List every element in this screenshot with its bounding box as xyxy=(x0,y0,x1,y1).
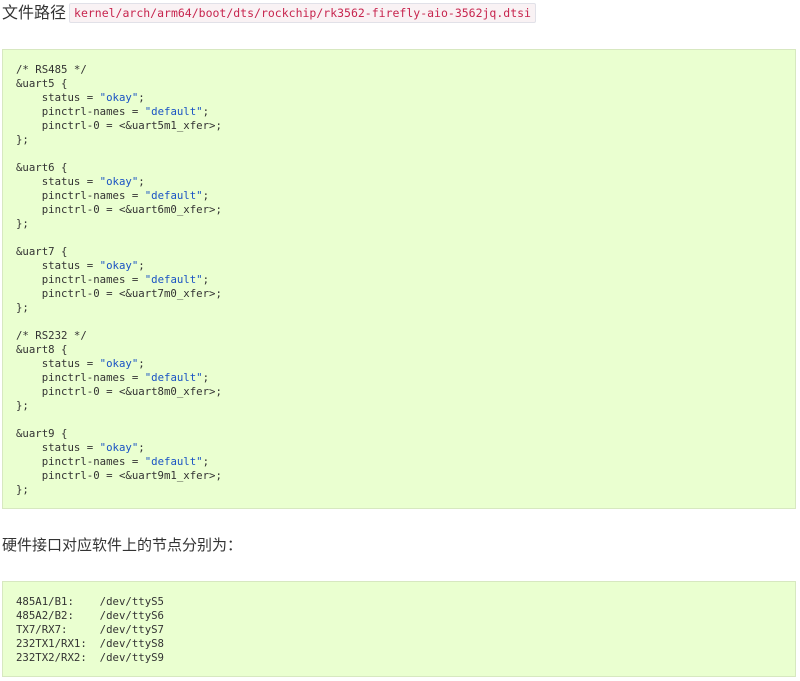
code-line: pinctrl-names = "default"; xyxy=(16,455,795,469)
code-text: ; xyxy=(138,175,145,188)
code-text: &uart8 { xyxy=(16,343,68,356)
code-text: pinctrl-0 = <&uart6m0_xfer>; xyxy=(16,203,222,216)
code-line: &uart9 { xyxy=(16,427,795,441)
code-string: "okay" xyxy=(99,175,139,188)
code-line: pinctrl-0 = <&uart9m1_xfer>; xyxy=(16,469,795,483)
code-text: ; xyxy=(202,189,210,202)
code-text: pinctrl-0 = <&uart7m0_xfer>; xyxy=(16,287,222,300)
code-line: &uart6 { xyxy=(16,161,795,175)
code-text: status = xyxy=(16,441,100,454)
code-line: status = "okay"; xyxy=(16,441,795,455)
code-line: &uart7 { xyxy=(16,245,795,259)
code-line: pinctrl-0 = <&uart6m0_xfer>; xyxy=(16,203,795,217)
file-path-line: 文件路径 kernel/arch/arm64/boot/dts/rockchip… xyxy=(2,2,536,24)
code-line: /* RS485 */ xyxy=(16,63,795,77)
code-text: pinctrl-0 = <&uart8m0_xfer>; xyxy=(16,385,222,398)
code-text: ; xyxy=(202,105,210,118)
code-text: ; xyxy=(138,357,145,370)
code-text: status = xyxy=(16,357,100,370)
dts-code-block: /* RS485 */&uart5 { status = "okay"; pin… xyxy=(2,49,796,509)
code-line: status = "okay"; xyxy=(16,357,795,371)
mapping-line: 232TX1/RX1: /dev/ttyS8 xyxy=(16,637,164,650)
code-line: /* RS232 */ xyxy=(16,329,795,343)
code-line: pinctrl-names = "default"; xyxy=(16,273,795,287)
code-text: }; xyxy=(16,133,29,146)
code-text: &uart6 { xyxy=(16,161,68,174)
code-text: }; xyxy=(16,301,29,314)
code-text: ; xyxy=(138,441,145,454)
mapping-code-block: 485A1/B1: /dev/ttyS5 485A2/B2: /dev/ttyS6… xyxy=(2,581,796,677)
code-string: "default" xyxy=(144,371,203,384)
code-text: pinctrl-names = xyxy=(16,371,145,384)
code-line: pinctrl-0 = <&uart8m0_xfer>; xyxy=(16,385,795,399)
code-line: }; xyxy=(16,399,795,413)
code-text: ; xyxy=(202,273,210,286)
code-line: pinctrl-names = "default"; xyxy=(16,189,795,203)
code-line: }; xyxy=(16,483,795,497)
code-text: pinctrl-names = xyxy=(16,189,145,202)
file-path-label: 文件路径 xyxy=(2,3,67,22)
code-line: pinctrl-names = "default"; xyxy=(16,105,795,119)
code-text: ; xyxy=(202,455,210,468)
code-string: "default" xyxy=(144,105,203,118)
code-string: "okay" xyxy=(99,91,139,104)
code-string: "default" xyxy=(144,189,203,202)
code-line: pinctrl-0 = <&uart7m0_xfer>; xyxy=(16,287,795,301)
mapping-line: 232TX2/RX2: /dev/ttyS9 xyxy=(16,651,164,664)
code-text: status = xyxy=(16,91,100,104)
code-line: status = "okay"; xyxy=(16,91,795,105)
code-text: }; xyxy=(16,399,29,412)
mapping-line: 485A2/B2: /dev/ttyS6 xyxy=(16,609,164,622)
code-text: pinctrl-names = xyxy=(16,273,145,286)
code-text: pinctrl-names = xyxy=(16,455,145,468)
code-text: pinctrl-0 = <&uart9m1_xfer>; xyxy=(16,469,222,482)
code-string: "okay" xyxy=(99,357,139,370)
code-line: }; xyxy=(16,133,795,147)
code-text: ; xyxy=(138,259,145,272)
code-text: }; xyxy=(16,483,29,496)
mapping-line: 485A1/B1: /dev/ttyS5 xyxy=(16,595,164,608)
code-text: status = xyxy=(16,175,100,188)
code-text: /* RS232 */ xyxy=(16,329,87,342)
code-text: &uart7 { xyxy=(16,245,68,258)
code-string: "default" xyxy=(144,455,203,468)
mapping-line: TX7/RX7: /dev/ttyS7 xyxy=(16,623,164,636)
code-line: }; xyxy=(16,217,795,231)
code-line: }; xyxy=(16,301,795,315)
code-text: &uart9 { xyxy=(16,427,68,440)
mapping-intro-text: 硬件接口对应软件上的节点分别为： xyxy=(2,536,243,554)
code-string: "okay" xyxy=(99,259,139,272)
code-text: /* RS485 */ xyxy=(16,63,87,76)
code-line: status = "okay"; xyxy=(16,175,795,189)
code-line: pinctrl-names = "default"; xyxy=(16,371,795,385)
code-text: pinctrl-0 = <&uart5m1_xfer>; xyxy=(16,119,222,132)
code-line: status = "okay"; xyxy=(16,259,795,273)
code-line: &uart8 { xyxy=(16,343,795,357)
code-text: ; xyxy=(202,371,210,384)
code-text: pinctrl-names = xyxy=(16,105,145,118)
code-string: "default" xyxy=(144,273,203,286)
code-line: &uart5 { xyxy=(16,77,795,91)
file-path-code: kernel/arch/arm64/boot/dts/rockchip/rk35… xyxy=(69,3,536,23)
code-text: ; xyxy=(138,91,145,104)
code-text: }; xyxy=(16,217,29,230)
code-line: pinctrl-0 = <&uart5m1_xfer>; xyxy=(16,119,795,133)
code-text: status = xyxy=(16,259,100,272)
code-string: "okay" xyxy=(99,441,139,454)
code-text: &uart5 { xyxy=(16,77,68,90)
